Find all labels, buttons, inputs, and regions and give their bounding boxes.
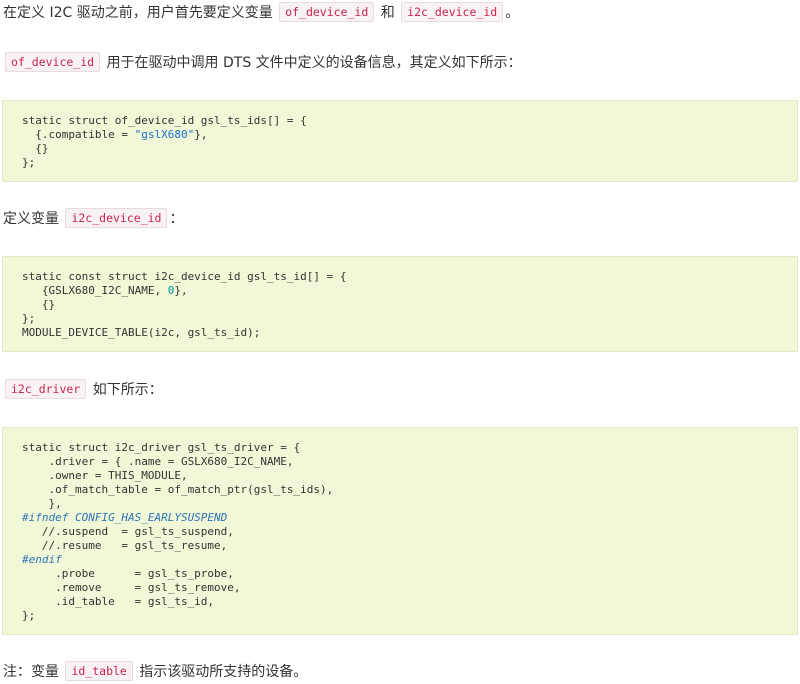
- inline-code-of-device-id: of_device_id: [279, 2, 375, 22]
- code-line: static struct i2c_driver gsl_ts_driver =…: [22, 441, 301, 454]
- note-description: 指示该驱动所支持的设备。: [139, 664, 308, 680]
- code-line: static struct of_device_id gsl_ts_ids[] …: [22, 114, 307, 127]
- code-line: };: [22, 312, 36, 325]
- code-block-i2c-device-id: static const struct i2c_device_id gsl_ts…: [2, 256, 798, 352]
- inline-code-i2c-driver: i2c_driver: [5, 379, 87, 399]
- code-line: .probe = gsl_ts_probe,: [22, 567, 234, 580]
- inline-code-of-device-id: of_device_id: [5, 52, 101, 72]
- i2c-device-id-paragraph: 定义变量 i2c_device_id：: [3, 207, 183, 231]
- code-line: static const struct i2c_device_id gsl_ts…: [22, 270, 347, 283]
- preprocessor-line: #ifndef CONFIG_HAS_EARLYSUSPEND: [22, 511, 228, 524]
- i2c-driver-paragraph: i2c_driver 如下所示：: [3, 378, 163, 402]
- code-line: .remove = gsl_ts_remove,: [22, 581, 241, 594]
- intro-paragraph: 在定义 I2C 驱动之前，用户首先要定义变量 of_device_id 和 i2…: [3, 1, 519, 25]
- conjunction-text: 和: [380, 5, 395, 21]
- inline-code-id-table: id_table: [65, 661, 133, 681]
- code-line: .owner = THIS_MODULE,: [22, 469, 188, 482]
- inline-code-i2c-device-id: i2c_device_id: [65, 208, 168, 228]
- code-line: {}: [22, 142, 49, 155]
- code-line: .driver = { .name = GSLX680_I2C_NAME,: [22, 455, 294, 468]
- description-text: 用于在驱动中调用 DTS 文件中定义的设备信息，其定义如下所示：: [106, 55, 522, 71]
- code-line: MODULE_DEVICE_TABLE(i2c, gsl_ts_id);: [22, 326, 261, 339]
- preprocessor-line: #endif: [22, 553, 62, 566]
- code-line: {GSLX680_I2C_NAME, 0},: [22, 284, 188, 297]
- code-line: .id_table = gsl_ts_id,: [22, 595, 215, 608]
- code-line: },: [22, 497, 62, 510]
- code-line: {}: [22, 298, 56, 311]
- note-text: 注：变量: [3, 664, 59, 680]
- code-line: //.resume = gsl_ts_resume,: [22, 539, 228, 552]
- code-line: {.compatible = "gslX680"},: [22, 128, 208, 141]
- intro-text: 在定义 I2C 驱动之前，用户首先要定义变量: [3, 5, 273, 21]
- inline-code-i2c-device-id: i2c_device_id: [401, 2, 504, 22]
- code-block-of-device-id: static struct of_device_id gsl_ts_ids[] …: [2, 100, 798, 182]
- string-literal: "gslX680": [134, 128, 195, 141]
- of-device-id-paragraph: of_device_id 用于在驱动中调用 DTS 文件中定义的设备信息，其定义…: [3, 51, 522, 75]
- define-text: 定义变量: [3, 211, 59, 227]
- period-text: 。: [505, 5, 520, 21]
- code-line: .of_match_table = of_match_ptr(gsl_ts_id…: [22, 483, 334, 496]
- note-paragraph: 注：变量 id_table 指示该驱动所支持的设备。: [3, 660, 307, 684]
- code-block-i2c-driver: static struct i2c_driver gsl_ts_driver =…: [2, 427, 798, 635]
- code-line: };: [22, 609, 36, 622]
- colon-text: ：: [169, 211, 184, 227]
- code-line: };: [22, 156, 36, 169]
- description-text: 如下所示：: [92, 382, 163, 398]
- code-line: //.suspend = gsl_ts_suspend,: [22, 525, 234, 538]
